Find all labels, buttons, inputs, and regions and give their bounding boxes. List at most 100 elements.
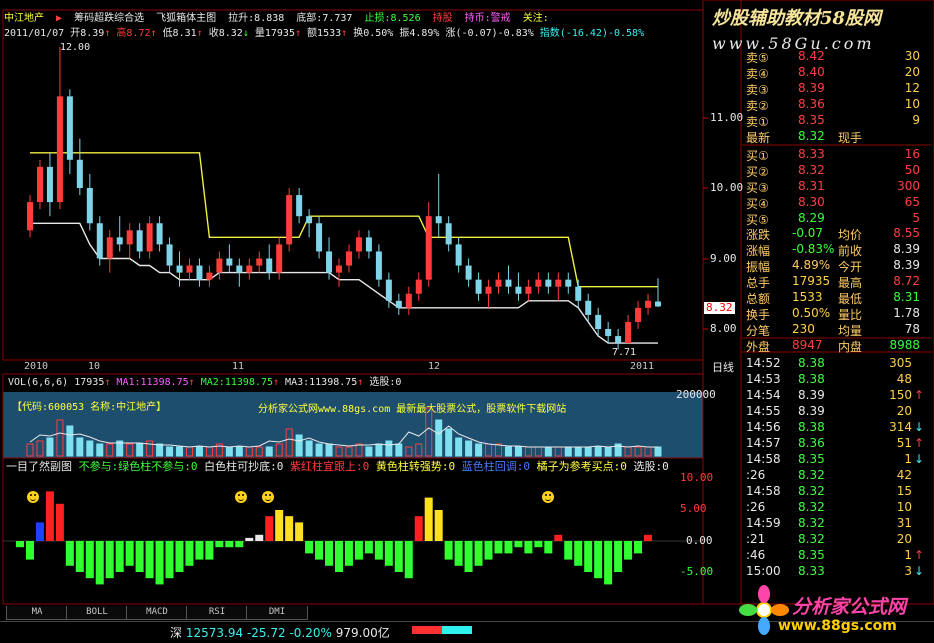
sub-bar — [165, 541, 174, 579]
ask-row[interactable]: 卖① 8.35 9 — [746, 113, 926, 129]
tab-rsi[interactable]: RSI — [186, 606, 248, 620]
outer-inner-row[interactable]: 外盘 8947 内盘 8988 — [746, 338, 926, 354]
tick-row[interactable]: 15:00 8.33 3 ↓ — [746, 564, 926, 579]
volume-current: 17935 — [74, 377, 105, 388]
candle-body — [27, 202, 33, 231]
tick-row[interactable]: 14:55 8.39 20 — [746, 404, 926, 419]
volume-header: VOL(6,6,6) 17935↑ MA1:11398.75↑ MA2:1139… — [8, 377, 402, 388]
tab-ma[interactable]: MA — [6, 606, 68, 620]
candle-body — [76, 159, 83, 188]
tick-row[interactable]: 14:54 8.39 150 ↑ — [746, 388, 926, 403]
tick-row[interactable]: 14:52 8.38 305 — [746, 356, 926, 371]
sub-bar — [334, 541, 343, 572]
tick-time: :26 — [746, 500, 766, 514]
sub-bar — [494, 541, 503, 554]
tick-row[interactable]: 14:59 8.32 31 — [746, 516, 926, 531]
volume-bar — [504, 446, 512, 457]
sub-bar — [504, 541, 513, 554]
volume-bar — [594, 446, 602, 457]
high-value: 高8.72 — [116, 28, 151, 39]
tick-price: 8.33 — [798, 564, 825, 578]
volume-bar — [265, 446, 273, 457]
tick-price: 8.38 — [798, 420, 825, 434]
tab-macd[interactable]: MACD — [126, 606, 188, 620]
stat-label: 前收 — [838, 244, 863, 258]
volume-bar — [465, 440, 473, 457]
stat-row[interactable]: 分笔 230 均量 78 — [746, 322, 926, 338]
tick-row[interactable]: :26 8.32 10 — [746, 500, 926, 515]
tick-row[interactable]: 14:56 8.38 314 ↓ — [746, 420, 926, 435]
bid-label: 买② — [746, 165, 769, 179]
bid-row[interactable]: 买④ 8.30 65 — [746, 195, 926, 211]
ask-row[interactable]: 卖③ 8.39 12 — [746, 81, 926, 97]
tick-row[interactable]: 14:53 8.38 48 — [746, 372, 926, 387]
ask-label: 卖① — [746, 115, 769, 129]
bid-row[interactable]: 买② 8.32 50 — [746, 163, 926, 179]
ask-row[interactable]: 卖② 8.36 10 — [746, 97, 926, 113]
stat-row[interactable]: 涨跌 -0.07 均价 8.55 — [746, 226, 926, 242]
stat-label: 均量 — [838, 324, 863, 338]
stat-row[interactable]: 换手 0.50% 量比 1.78 — [746, 306, 926, 322]
candle-body — [236, 265, 243, 273]
bid-label: 买③ — [746, 181, 769, 195]
stat-row[interactable]: 总额 1533 最低 8.31 — [746, 290, 926, 306]
sub-panel-title[interactable]: 一目了然副图 — [6, 460, 72, 473]
market-amount: 979.00亿 — [335, 626, 390, 640]
stat-value: 17935 — [792, 274, 831, 288]
candle-body — [605, 329, 612, 337]
period-label[interactable]: 日线 — [712, 362, 734, 374]
tab-boll[interactable]: BOLL — [66, 606, 128, 620]
tick-volume: 150 — [889, 388, 912, 402]
sub-bar — [624, 541, 633, 560]
sub-bar — [85, 541, 94, 579]
tick-row[interactable]: 14:58 8.32 15 — [746, 484, 926, 499]
tick-row[interactable]: :21 8.32 20 — [746, 532, 926, 547]
inner-label: 内盘 — [838, 340, 863, 354]
sub-bar — [55, 503, 64, 541]
brand-url[interactable]: www.88gs.com — [778, 618, 897, 634]
stat-value: 8.39 — [893, 258, 920, 272]
candle-body — [435, 216, 442, 224]
sub-bar — [235, 541, 244, 548]
candle-body — [286, 195, 293, 245]
tick-volume: 42 — [896, 468, 912, 482]
stat-row[interactable]: 涨幅 -0.83% 前收 8.39 — [746, 242, 926, 258]
candle-body — [525, 286, 532, 294]
tick-row[interactable]: 14:57 8.36 51 ↑ — [746, 436, 926, 451]
main-indicator-name[interactable]: 飞狐箱体主图 — [156, 13, 216, 24]
tick-price: 8.39 — [798, 404, 825, 418]
volume-indicator-name[interactable]: VOL(6,6,6) — [8, 377, 68, 388]
ask-row[interactable]: 卖④ 8.40 20 — [746, 65, 926, 81]
site-banner: 分析家公式网www.88gs.com 最新最大股票公式，股票软件下载网站 — [258, 404, 567, 415]
stat-label: 总手 — [746, 276, 771, 290]
stat-label: 总额 — [746, 292, 771, 306]
candle-body — [106, 237, 113, 259]
ask-row[interactable]: 卖⑤ 8.42 30 — [746, 49, 926, 65]
tick-time: :46 — [746, 548, 766, 562]
stock-name[interactable]: 中江地产 — [4, 13, 44, 24]
bid-row[interactable]: 买① 8.33 16 — [746, 147, 926, 163]
bid-price: 8.31 — [798, 179, 825, 193]
tick-direction: ↑ — [913, 388, 924, 402]
bid-row[interactable]: 买③ 8.31 300 — [746, 179, 926, 195]
sub-bar — [634, 541, 643, 554]
tick-row[interactable]: :26 8.32 42 — [746, 468, 926, 483]
stat-row[interactable]: 振幅 4.89% 今开 8.39 — [746, 258, 926, 274]
bid-row[interactable]: 买⑤ 8.29 5 — [746, 211, 926, 227]
time-label: 12 — [428, 361, 441, 372]
tick-row[interactable]: 14:58 8.35 1 ↓ — [746, 452, 926, 467]
sub-bar — [275, 510, 284, 541]
last-row[interactable]: 最新 8.32 现手 — [746, 129, 926, 145]
sub-bar — [65, 541, 74, 566]
stat-row[interactable]: 总手 17935 最高 8.72 — [746, 274, 926, 290]
tick-row[interactable]: :46 8.35 1 ↑ — [746, 548, 926, 563]
volume-bar — [365, 446, 373, 457]
tick-volume: 20 — [896, 532, 912, 546]
sub-bar — [175, 541, 184, 572]
candle-body — [136, 230, 143, 252]
market-pct: -0.20% — [289, 626, 332, 640]
time-label: 10 — [88, 361, 101, 372]
indicator-name[interactable]: 筹码超跌综合选 — [74, 13, 144, 24]
tab-dmi[interactable]: DMI — [246, 606, 308, 620]
tick-direction: ↑ — [913, 436, 924, 450]
